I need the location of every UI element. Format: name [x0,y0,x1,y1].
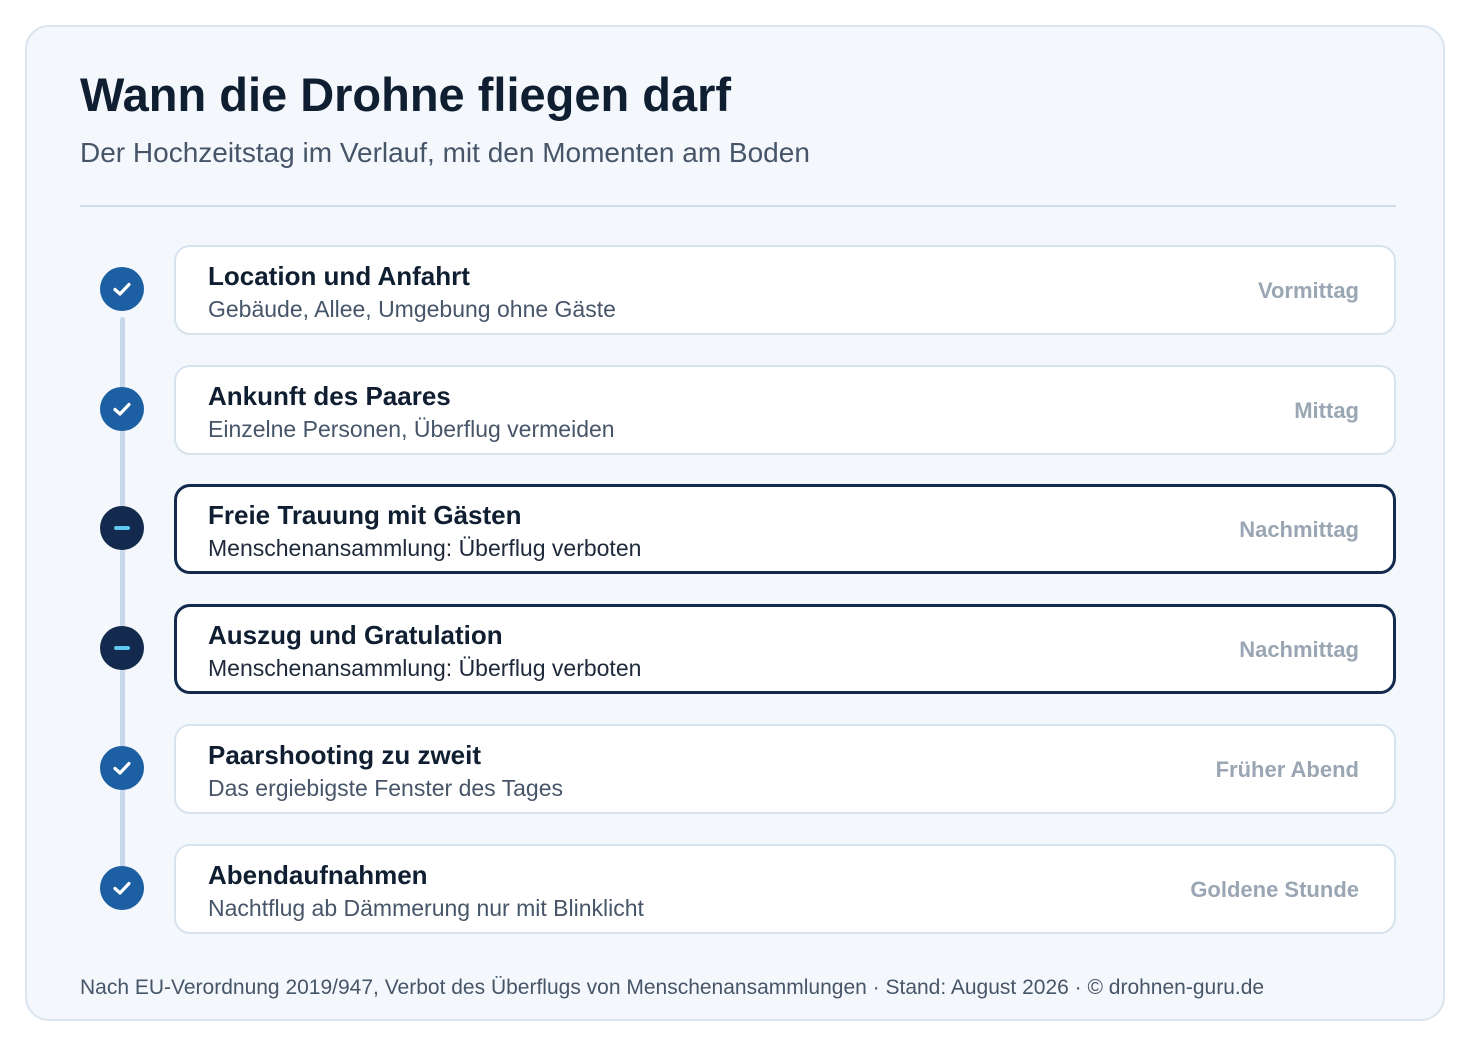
check-icon [100,267,144,311]
timeline-step: Paarshooting zu zweit Das ergiebigste Fe… [27,724,1447,816]
step-time: Vormittag [1257,278,1359,303]
timeline-card: Wann die Drohne fliegen darf Der Hochzei… [25,25,1445,1021]
page-title: Wann die Drohne fliegen darf [80,68,732,121]
step-description: Nachtflug ab Dämmerung nur mit Blinklich… [208,895,644,921]
step-time: Früher Abend [1215,757,1359,782]
timeline-step: Auszug und Gratulation Menschenansammlun… [27,604,1447,696]
timeline-step: Freie Trauung mit Gästen Menschenansamml… [27,484,1447,576]
step-card: Abendaufnahmen Nachtflug ab Dämmerung nu… [174,844,1396,934]
step-title: Abendaufnahmen [208,860,428,890]
page-subtitle: Der Hochzeitstag im Verlauf, mit den Mom… [80,137,810,168]
timeline-step: Location und Anfahrt Gebäude, Allee, Umg… [27,245,1447,337]
step-card: Freie Trauung mit Gästen Menschenansamml… [174,484,1396,574]
check-icon [100,387,144,431]
step-description: Das ergiebigste Fenster des Tages [208,775,563,801]
timeline-step: Ankunft des Paares Einzelne Personen, Üb… [27,365,1447,457]
step-title: Freie Trauung mit Gästen [208,500,522,530]
step-time: Goldene Stunde [1190,877,1359,902]
step-card: Paarshooting zu zweit Das ergiebigste Fe… [174,724,1396,814]
step-time: Nachmittag [1239,517,1359,542]
step-description: Menschenansammlung: Überflug verboten [208,655,642,681]
step-card: Location und Anfahrt Gebäude, Allee, Umg… [174,245,1396,335]
header-divider [80,205,1396,207]
step-title: Ankunft des Paares [208,381,451,411]
step-description: Einzelne Personen, Überflug vermeiden [208,416,615,442]
step-card: Auszug und Gratulation Menschenansammlun… [174,604,1396,694]
step-title: Location und Anfahrt [208,261,470,291]
minus-icon [100,506,144,550]
timeline-step: Abendaufnahmen Nachtflug ab Dämmerung nu… [27,844,1447,936]
step-description: Menschenansammlung: Überflug verboten [208,535,642,561]
step-card: Ankunft des Paares Einzelne Personen, Üb… [174,365,1396,455]
step-time: Nachmittag [1239,637,1359,662]
source-footnote: Nach EU-Verordnung 2019/947, Verbot des … [80,976,1265,999]
check-icon [100,746,144,790]
step-title: Paarshooting zu zweit [208,740,482,770]
step-time: Mittag [1294,398,1359,423]
check-icon [100,866,144,910]
step-title: Auszug und Gratulation [208,620,503,650]
step-description: Gebäude, Allee, Umgebung ohne Gäste [208,296,616,322]
minus-icon [100,626,144,670]
